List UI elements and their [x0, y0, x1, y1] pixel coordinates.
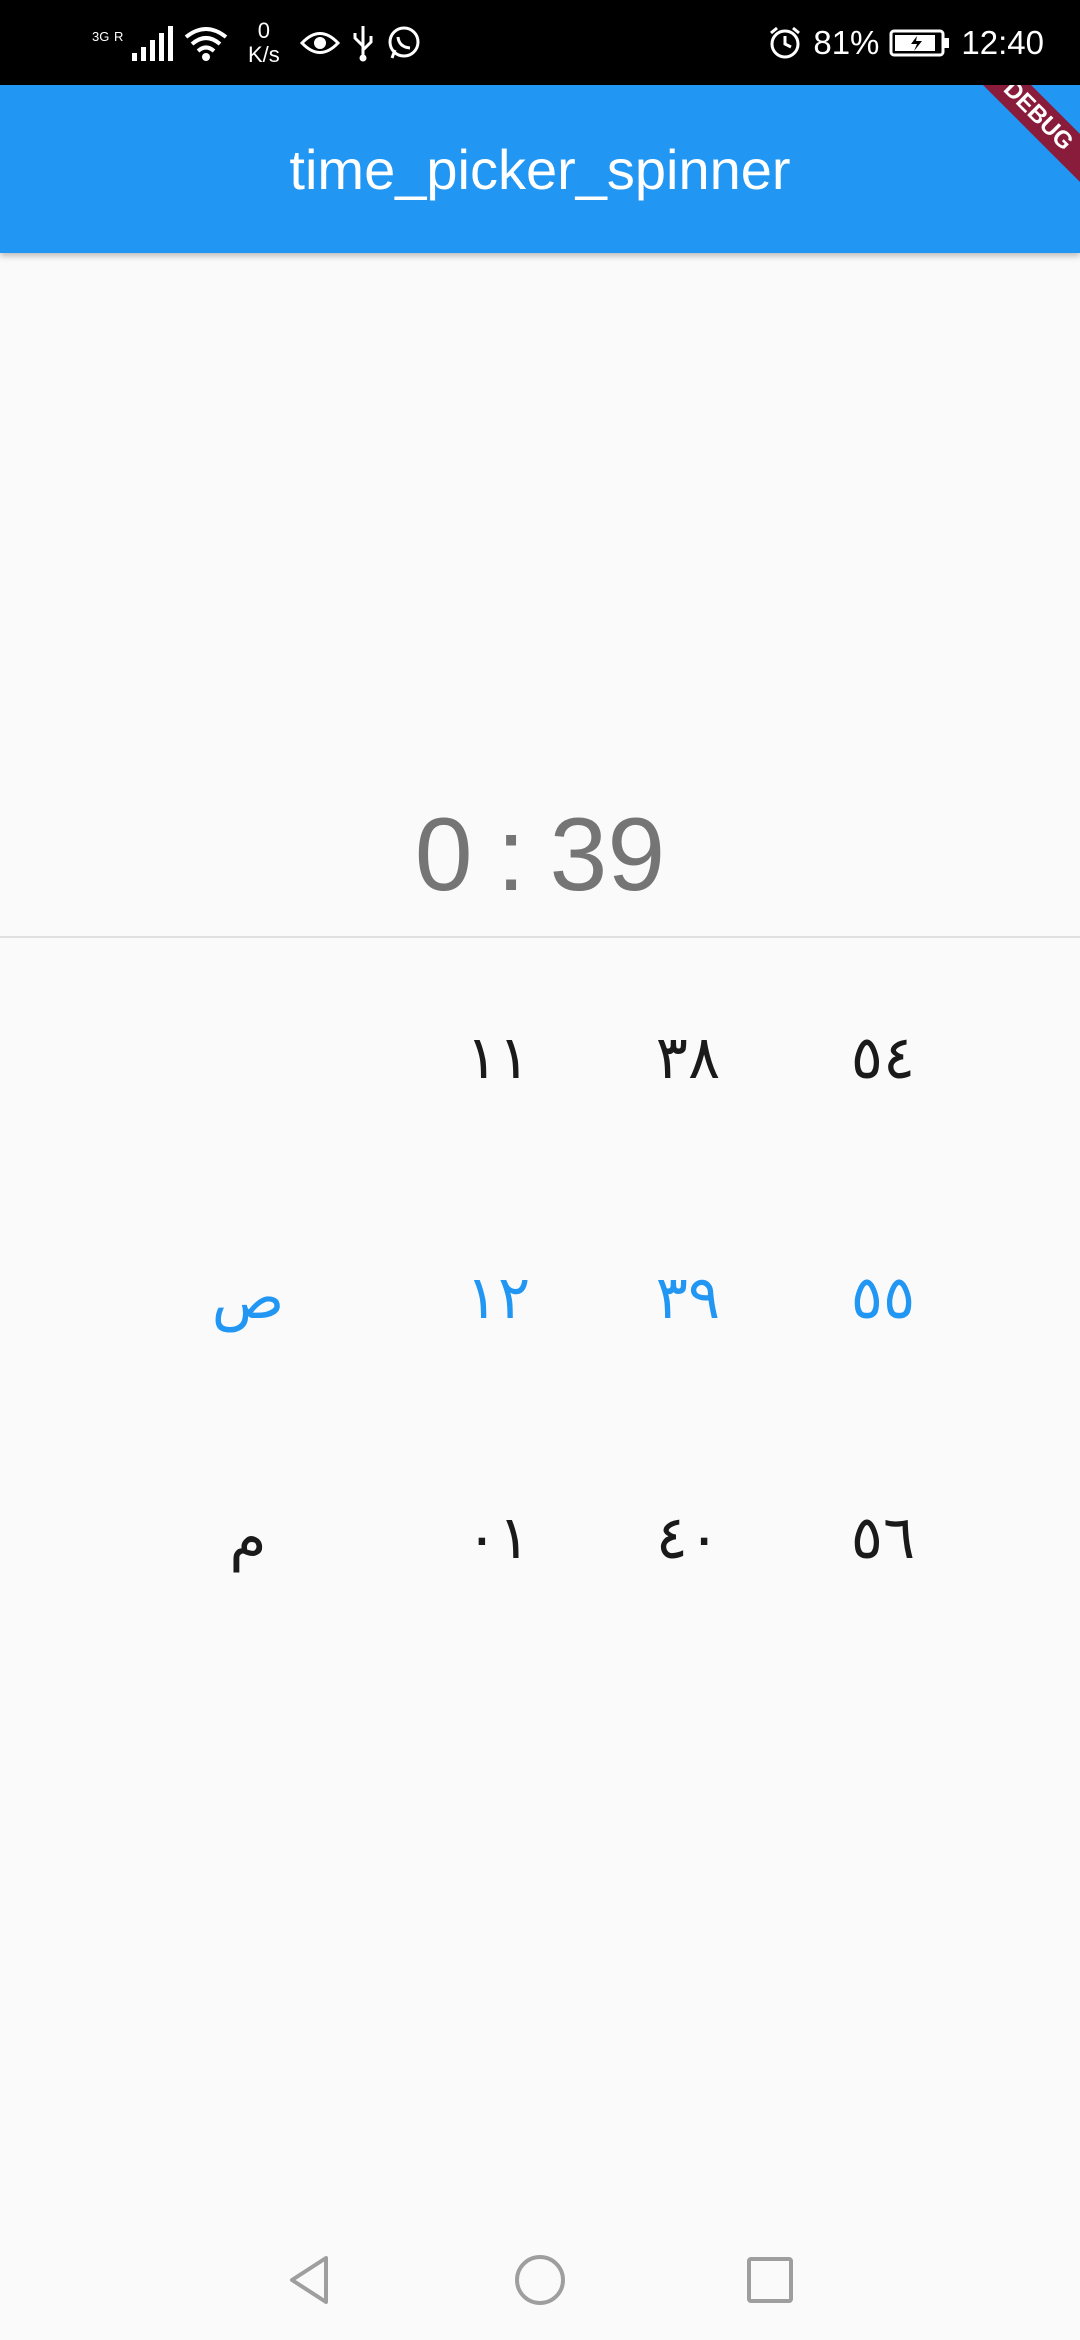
whatsapp-icon — [388, 26, 420, 59]
hour-item-selected[interactable]: ١٢ — [398, 1178, 598, 1418]
minute-item-selected[interactable]: ٣٩ — [588, 1178, 788, 1418]
battery-icon — [889, 29, 950, 57]
hour-item-prev[interactable]: ١١ — [398, 938, 598, 1178]
time-separator: : — [496, 796, 526, 913]
ampm-item-prev[interactable] — [148, 938, 348, 1178]
clock: 12:40 — [961, 24, 1044, 61]
second-item-selected[interactable]: ٥٥ — [783, 1178, 983, 1418]
back-icon[interactable] — [280, 2250, 340, 2310]
roaming-label: R — [114, 29, 124, 44]
app-bar: time_picker_spinner DEBUG — [0, 85, 1080, 253]
hour-column[interactable]: ١١ ١٢ ٠١ — [398, 938, 598, 1658]
signal-icon — [132, 26, 173, 61]
ampm-column[interactable]: ص م — [148, 938, 348, 1658]
second-item-next[interactable]: ٥٦ — [783, 1418, 983, 1658]
usb-icon — [353, 26, 373, 62]
net-speed: 0 K/s — [248, 19, 280, 67]
minute-column[interactable]: ٣٨ ٣٩ ٤٠ — [588, 938, 788, 1658]
time-hour: 0 — [414, 796, 473, 913]
status-bar: 3G R 0 K/s 81% 12:40 — [0, 0, 1080, 85]
second-item-prev[interactable]: ٥٤ — [783, 938, 983, 1178]
ampm-item-selected[interactable]: ص — [148, 1178, 348, 1418]
status-bar-left: 3G R 0 K/s — [92, 16, 422, 70]
battery-percent: 81% — [813, 24, 880, 61]
recents-icon[interactable] — [740, 2250, 800, 2310]
time-minute: 39 — [549, 796, 666, 913]
net-speed-value: 0 — [257, 18, 271, 43]
network-type-icon: 3G R — [92, 23, 124, 63]
app-title: time_picker_spinner — [289, 137, 791, 201]
time-readout: 0 : 39 — [0, 790, 1080, 920]
home-icon[interactable] — [510, 2250, 570, 2310]
ampm-item-next[interactable]: م — [148, 1418, 348, 1658]
eye-icon — [299, 32, 340, 54]
minute-item-prev[interactable]: ٣٨ — [588, 938, 788, 1178]
network-type-label: 3G — [92, 29, 110, 44]
status-bar-right: 81% 12:40 — [767, 16, 1044, 70]
net-speed-unit: K/s — [248, 42, 280, 67]
wifi-icon — [184, 27, 228, 61]
time-spinner[interactable]: ص م ١١ ١٢ ٠١ ٣٨ ٣٩ ٤٠ ٥٤ ٥٥ ٥٦ — [0, 938, 1080, 1658]
alarm-icon — [770, 26, 801, 59]
minute-item-next[interactable]: ٤٠ — [588, 1418, 788, 1658]
navigation-bar — [0, 2220, 1080, 2340]
hour-item-next[interactable]: ٠١ — [398, 1418, 598, 1658]
second-column[interactable]: ٥٤ ٥٥ ٥٦ — [783, 938, 983, 1658]
